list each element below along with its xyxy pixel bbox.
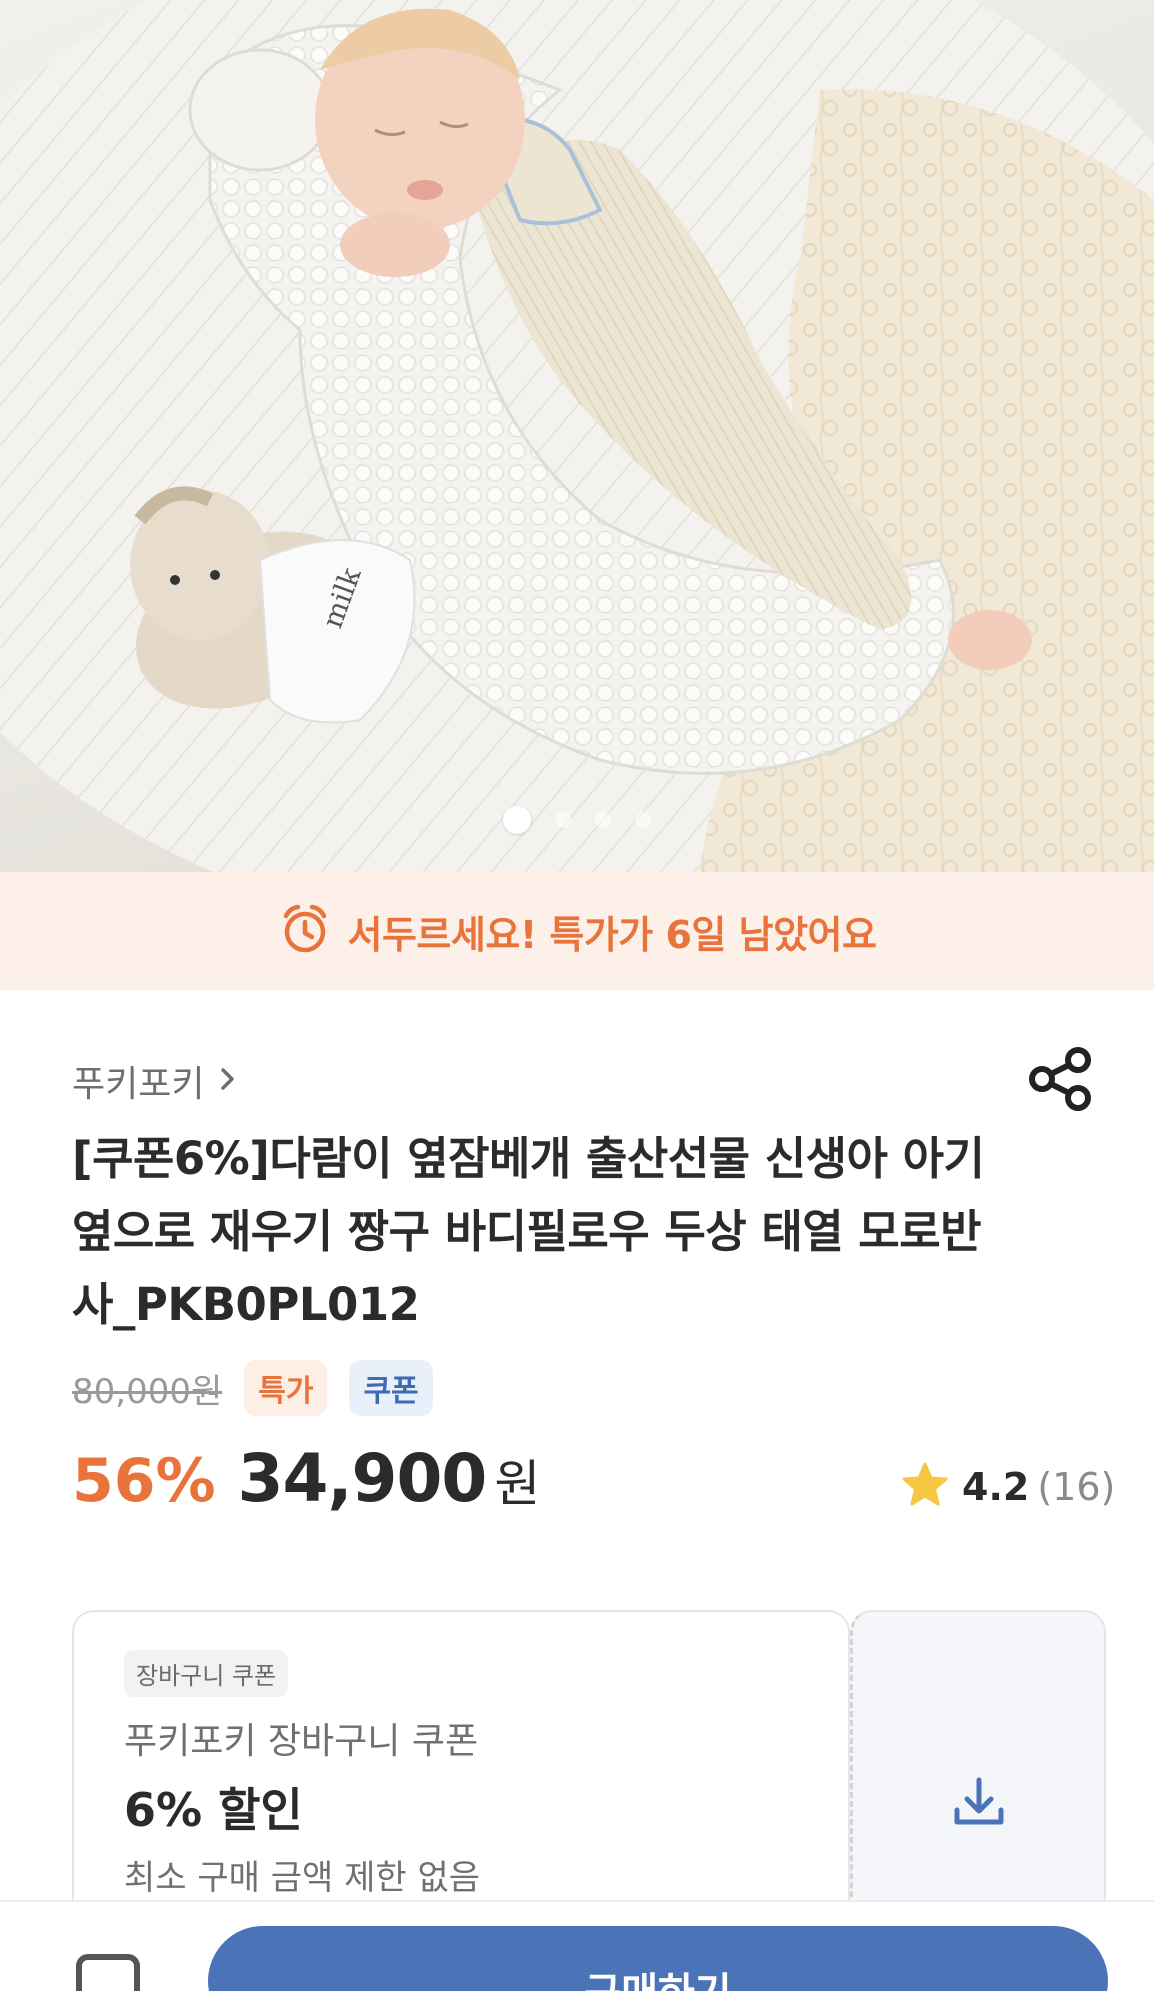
carousel-dot[interactable] bbox=[503, 806, 531, 834]
brand-link[interactable]: 푸키포키 bbox=[72, 1055, 238, 1107]
carousel-dot[interactable] bbox=[555, 812, 571, 828]
carousel-dot[interactable] bbox=[595, 812, 611, 828]
buy-button-label: 구매하기 bbox=[584, 1960, 731, 1991]
carousel-indicator[interactable] bbox=[0, 806, 1154, 834]
chevron-right-icon bbox=[218, 1064, 238, 1098]
original-price: 80,000원 bbox=[72, 1371, 223, 1412]
bottom-action-bar: 구매하기 bbox=[0, 1900, 1154, 1991]
review-count: (16) bbox=[1037, 1465, 1116, 1509]
price-meta: 80,000원 특가 쿠폰 bbox=[72, 1360, 433, 1416]
carousel-dot[interactable] bbox=[635, 812, 651, 828]
brand-name: 푸키포키 bbox=[72, 1064, 205, 1105]
alarm-clock-icon bbox=[278, 902, 332, 960]
coupon-discount: 6% 할인 bbox=[124, 1783, 303, 1837]
coupon-tag: 쿠폰 bbox=[349, 1360, 433, 1416]
coupon-name: 푸키포키 장바구니 쿠폰 bbox=[124, 1721, 479, 1762]
download-icon bbox=[949, 1772, 1009, 1836]
coupon-type-badge: 장바구니 쿠폰 bbox=[124, 1650, 289, 1697]
rating-summary[interactable]: 4.2 (16) bbox=[900, 1460, 1115, 1514]
product-title: [쿠폰6%]다람이 옆잠베개 출산선물 신생아 아기 옆으로 재우기 짱구 바디… bbox=[72, 1132, 985, 1331]
product-image-carousel[interactable]: milk bbox=[0, 0, 1154, 872]
star-icon bbox=[900, 1460, 950, 1514]
rating-score: 4.2 bbox=[962, 1465, 1030, 1509]
wishlist-button[interactable] bbox=[76, 1954, 140, 1991]
deadline-banner: 서두르세요! 특가가 6일 남았어요 bbox=[0, 872, 1154, 990]
coupon-minimum-purchase: 최소 구매 금액 제한 없음 bbox=[124, 1858, 481, 1898]
buy-button[interactable]: 구매하기 bbox=[208, 1926, 1108, 1991]
price-row: 56% 34,900 원 bbox=[72, 1440, 540, 1517]
product-photo: milk bbox=[0, 0, 1154, 872]
sale-tag: 특가 bbox=[244, 1360, 328, 1416]
sale-price: 34,900 bbox=[237, 1440, 488, 1517]
share-button[interactable] bbox=[1025, 1045, 1097, 1117]
discount-rate: 56% bbox=[72, 1446, 216, 1516]
banner-text: 서두르세요! 특가가 6일 남았어요 bbox=[347, 912, 877, 957]
share-icon bbox=[1028, 1046, 1094, 1116]
currency-unit: 원 bbox=[494, 1455, 541, 1513]
